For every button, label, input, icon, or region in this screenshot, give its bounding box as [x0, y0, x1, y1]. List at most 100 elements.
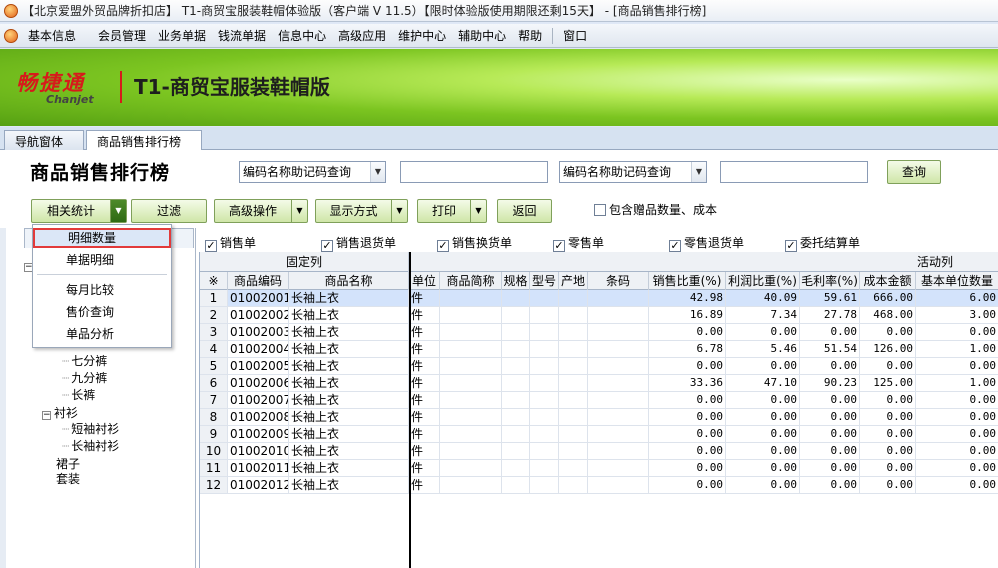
menu-item[interactable]: 维护中心	[392, 27, 452, 44]
table-cell[interactable]: 126.00	[860, 341, 916, 357]
table-cell[interactable]	[588, 443, 649, 459]
table-cell[interactable]	[588, 324, 649, 340]
chevron-down-icon[interactable]: ▼	[110, 200, 126, 222]
table-cell[interactable]: 6.78	[649, 341, 726, 357]
tree-node[interactable]: ┈ 长裤	[62, 386, 95, 403]
tree-node[interactable]: ┈ 短袖衬衫	[62, 420, 119, 437]
table-cell[interactable]: 666.00	[860, 290, 916, 306]
chevron-down-icon[interactable]: ▼	[291, 200, 307, 222]
table-cell[interactable]: 51.54	[800, 341, 860, 357]
table-cell[interactable]: 0.00	[726, 358, 800, 374]
filter-button[interactable]: 过滤	[131, 199, 207, 223]
table-cell[interactable]: 01002004	[228, 341, 289, 357]
tree-node[interactable]: ┈ 九分裤	[62, 369, 107, 386]
table-cell[interactable]: 0.00	[860, 460, 916, 476]
table-cell[interactable]: 0.00	[649, 477, 726, 493]
table-cell[interactable]: 0.00	[916, 460, 998, 476]
menu-item[interactable]: 钱流单据	[212, 27, 272, 44]
table-cell[interactable]: 0.00	[860, 324, 916, 340]
table-cell[interactable]	[502, 307, 530, 323]
table-cell[interactable]: 0.00	[800, 358, 860, 374]
tab-navigation[interactable]: 导航窗体	[4, 130, 84, 150]
table-cell[interactable]	[502, 409, 530, 425]
popup-menu-item[interactable]: 单品分析	[33, 324, 171, 344]
table-cell[interactable]: 件	[409, 290, 440, 306]
table-cell[interactable]: 0.00	[860, 477, 916, 493]
table-cell[interactable]	[559, 409, 588, 425]
table-cell[interactable]	[530, 392, 559, 408]
table-row[interactable]: 9 01002009 长袖上衣件 0.00 0.00 0.00 0.00 0.00	[200, 426, 998, 443]
table-cell[interactable]: 1.00	[916, 375, 998, 391]
table-cell[interactable]	[559, 460, 588, 476]
query-button[interactable]: 查询	[887, 160, 941, 184]
table-cell[interactable]: 0.00	[649, 426, 726, 442]
checkmark-icon[interactable]: ✓	[669, 240, 681, 252]
table-cell[interactable]: 长袖上衣	[289, 307, 409, 323]
table-cell[interactable]: 0.00	[800, 443, 860, 459]
table-cell[interactable]	[559, 375, 588, 391]
table-cell[interactable]: 0.00	[860, 358, 916, 374]
table-cell[interactable]	[502, 324, 530, 340]
table-cell[interactable]: 0.00	[916, 426, 998, 442]
table-cell[interactable]: 0.00	[916, 409, 998, 425]
table-cell[interactable]: 01002012	[228, 477, 289, 493]
table-cell[interactable]	[588, 409, 649, 425]
table-cell[interactable]	[440, 324, 502, 340]
table-cell[interactable]: 11	[200, 460, 228, 476]
column-header[interactable]: 型号	[530, 272, 559, 290]
table-cell[interactable]	[440, 341, 502, 357]
table-cell[interactable]	[502, 426, 530, 442]
table-cell[interactable]: 件	[409, 460, 440, 476]
table-cell[interactable]: 59.61	[800, 290, 860, 306]
chevron-down-icon[interactable]: ▼	[470, 200, 486, 222]
filter-sales-return-checkbox[interactable]: ✓ 销售退货单	[321, 234, 396, 252]
table-cell[interactable]: 01002003	[228, 324, 289, 340]
filter-consign-checkbox[interactable]: ✓ 委托结算单	[785, 234, 860, 252]
chevron-down-icon[interactable]: ▼	[370, 162, 385, 182]
table-cell[interactable]: 0.00	[860, 426, 916, 442]
table-cell[interactable]: 01002007	[228, 392, 289, 408]
table-cell[interactable]	[588, 375, 649, 391]
table-cell[interactable]: 0.00	[726, 477, 800, 493]
table-cell[interactable]: 0.00	[916, 443, 998, 459]
table-cell[interactable]: 件	[409, 307, 440, 323]
table-cell[interactable]: 0.00	[649, 460, 726, 476]
table-cell[interactable]	[502, 477, 530, 493]
table-cell[interactable]: 件	[409, 324, 440, 340]
table-cell[interactable]: 16.89	[649, 307, 726, 323]
search-combo-2[interactable]: 编码名称助记码查询 ▼	[559, 161, 707, 183]
table-cell[interactable]: 12	[200, 477, 228, 493]
table-cell[interactable]: 01002005	[228, 358, 289, 374]
table-cell[interactable]	[559, 477, 588, 493]
table-cell[interactable]: 件	[409, 375, 440, 391]
table-cell[interactable]: 件	[409, 392, 440, 408]
table-cell[interactable]: 90.23	[800, 375, 860, 391]
table-cell[interactable]	[530, 341, 559, 357]
table-cell[interactable]: 0.00	[800, 477, 860, 493]
table-cell[interactable]: 0.00	[800, 409, 860, 425]
table-cell[interactable]	[559, 341, 588, 357]
table-cell[interactable]	[502, 290, 530, 306]
filter-sales-checkbox[interactable]: ✓ 销售单	[205, 234, 256, 252]
column-header[interactable]: 基本单位数量	[916, 272, 998, 290]
tree-node[interactable]: − 衬衫	[42, 404, 78, 421]
filter-sales-exchange-checkbox[interactable]: ✓ 销售换货单	[437, 234, 512, 252]
search-input-2[interactable]	[720, 161, 868, 183]
table-cell[interactable]	[440, 358, 502, 374]
table-row[interactable]: 3 01002003 长袖上衣件 0.00 0.00 0.00 0.00 0.00	[200, 324, 998, 341]
table-cell[interactable]: 1	[200, 290, 228, 306]
table-cell[interactable]: 长袖上衣	[289, 375, 409, 391]
table-cell[interactable]: 3.00	[916, 307, 998, 323]
table-cell[interactable]: 0.00	[649, 443, 726, 459]
table-cell[interactable]: 10	[200, 443, 228, 459]
popup-menu-item[interactable]: 明细数量	[33, 228, 171, 248]
table-cell[interactable]	[588, 426, 649, 442]
column-header[interactable]: 销售比重(%)	[649, 272, 726, 290]
menu-item[interactable]: 会员管理	[92, 27, 152, 44]
checkmark-icon[interactable]: ✓	[437, 240, 449, 252]
table-cell[interactable]: 0.00	[860, 409, 916, 425]
table-cell[interactable]	[530, 307, 559, 323]
table-cell[interactable]: 0.00	[800, 460, 860, 476]
column-header[interactable]: 单位	[409, 272, 440, 290]
table-cell[interactable]: 01002001	[228, 290, 289, 306]
